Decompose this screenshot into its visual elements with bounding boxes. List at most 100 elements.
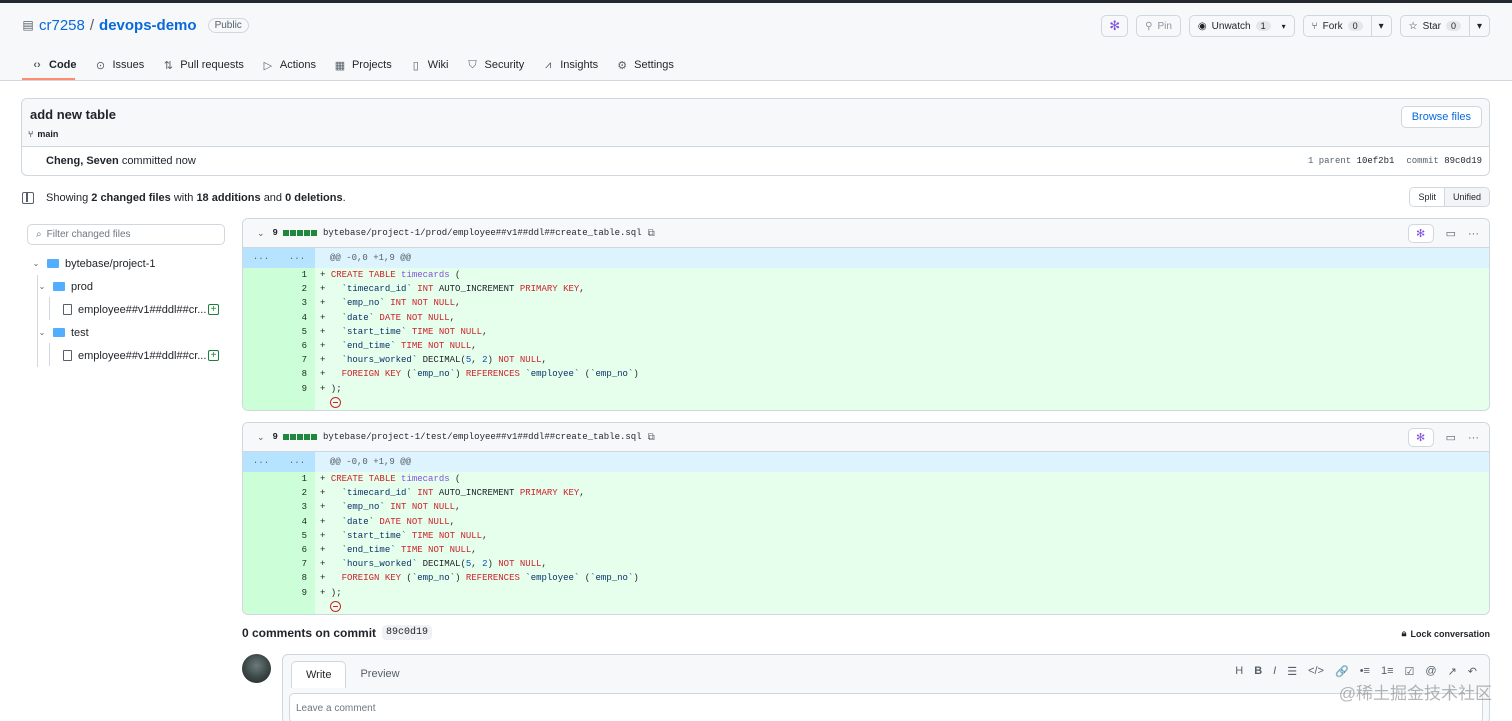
repo-owner-link[interactable]: cr7258 [39, 17, 85, 34]
tree-file-test[interactable]: employee##v1##ddl##cr... + [27, 344, 225, 367]
comment-textarea[interactable]: Leave a comment [289, 693, 1483, 721]
unified-view-button[interactable]: Unified [1443, 188, 1489, 206]
lock-conversation-button[interactable]: 🔒︎ Lock conversation [1402, 628, 1490, 639]
old-line-number[interactable] [243, 542, 279, 558]
old-line-number[interactable] [243, 486, 279, 501]
sidebar-toggle-icon[interactable] [22, 192, 34, 204]
old-line-number[interactable] [243, 557, 279, 572]
copy-icon[interactable]: ⧉ [648, 432, 655, 443]
ordered-list-icon[interactable]: 1≡ [1381, 665, 1394, 678]
new-line-number[interactable]: 2 [279, 282, 315, 297]
new-line-number[interactable]: 6 [279, 542, 315, 558]
old-line-number[interactable] [243, 472, 279, 487]
italic-icon[interactable]: I [1273, 665, 1276, 678]
tab-preview[interactable]: Preview [346, 661, 413, 688]
parent-sha-link[interactable]: 10ef2b1 [1357, 156, 1395, 166]
old-line-number[interactable] [243, 514, 279, 529]
tab-insights[interactable]: ⩘ Insights [533, 54, 607, 76]
star-dropdown-button[interactable]: ▾ [1469, 15, 1490, 37]
unordered-list-icon[interactable]: •≡ [1360, 665, 1370, 678]
old-line-number[interactable] [243, 338, 279, 354]
kebab-menu-icon[interactable]: ··· [1468, 228, 1479, 240]
new-line-number[interactable]: 8 [279, 367, 315, 382]
fork-dropdown-button[interactable]: ▾ [1371, 15, 1392, 37]
tab-pull-requests[interactable]: ⇅ Pull requests [153, 54, 253, 76]
expand-up-button[interactable]: ... [243, 248, 279, 268]
new-line-number[interactable]: 4 [279, 310, 315, 325]
commit-branch[interactable]: ⑂ main [28, 129, 58, 139]
split-view-button[interactable]: Split [1410, 188, 1444, 206]
old-line-number[interactable] [243, 500, 279, 515]
diff-file-path[interactable]: bytebase/project-1/prod/employee##v1##dd… [323, 228, 642, 238]
new-line-number[interactable]: 6 [279, 338, 315, 354]
copilot-sparkle-icon[interactable]: ✻ [1407, 428, 1434, 447]
task-list-icon[interactable]: ☑ [1405, 665, 1415, 678]
copilot-sparkle-icon[interactable]: ✻ [1407, 224, 1434, 243]
old-line-number[interactable] [243, 310, 279, 325]
tab-write[interactable]: Write [291, 661, 347, 688]
browse-files-button[interactable]: Browse files [1400, 106, 1482, 128]
avatar[interactable] [242, 654, 271, 683]
old-line-number[interactable] [243, 268, 279, 283]
old-line-number[interactable] [243, 353, 279, 368]
new-line-number[interactable]: 3 [279, 296, 315, 311]
fork-button[interactable]: ⑂ Fork 0 [1302, 15, 1372, 37]
expand-down-button[interactable]: ... [279, 452, 315, 472]
new-line-number[interactable]: 5 [279, 324, 315, 339]
tree-folder-prod[interactable]: ⌄ prod [27, 275, 225, 298]
heading-icon[interactable]: H [1235, 665, 1243, 678]
old-line-number[interactable] [243, 282, 279, 297]
pin-button[interactable]: ⚲ Pin [1136, 15, 1181, 37]
tab-issues[interactable]: ⊙ Issues [86, 54, 154, 76]
old-line-number[interactable] [243, 367, 279, 382]
chevron-down-icon[interactable]: ⌄ [257, 228, 265, 239]
reply-icon[interactable]: ↶ [1468, 665, 1477, 678]
new-line-number[interactable]: 9 [279, 585, 315, 600]
old-line-number[interactable] [243, 585, 279, 600]
chevron-down-icon[interactable]: ⌄ [257, 432, 265, 443]
tab-settings[interactable]: ⚙ Settings [607, 54, 683, 76]
tab-projects[interactable]: ▦ Projects [325, 54, 401, 76]
new-line-number[interactable]: 8 [279, 571, 315, 586]
tree-folder-root[interactable]: ⌄ bytebase/project-1 [27, 252, 225, 275]
old-line-number[interactable] [243, 381, 279, 396]
unwatch-button[interactable]: ◉ Unwatch 1 ▾ [1188, 15, 1295, 37]
kebab-menu-icon[interactable]: ··· [1468, 432, 1479, 444]
new-line-number[interactable]: 7 [279, 557, 315, 572]
comment-icon[interactable]: ▭ [1446, 431, 1456, 444]
new-line-number[interactable]: 5 [279, 528, 315, 543]
comment-icon[interactable]: ▭ [1446, 227, 1456, 240]
old-line-number[interactable] [243, 324, 279, 339]
tree-folder-test[interactable]: ⌄ test [27, 321, 225, 344]
new-line-number[interactable]: 2 [279, 486, 315, 501]
cross-reference-icon[interactable]: ↗ [1448, 665, 1457, 678]
mention-icon[interactable]: @ [1425, 665, 1436, 678]
tab-security[interactable]: ⛉ Security [458, 54, 534, 76]
old-line-number[interactable] [243, 571, 279, 586]
tab-actions[interactable]: ▷ Actions [253, 54, 325, 76]
diff-file-path[interactable]: bytebase/project-1/test/employee##v1##dd… [323, 432, 642, 442]
new-line-number[interactable]: 9 [279, 381, 315, 396]
new-line-number[interactable]: 3 [279, 500, 315, 515]
bold-icon[interactable]: B [1254, 665, 1262, 678]
repo-name-link[interactable]: devops-demo [99, 17, 197, 34]
copilot-button[interactable]: ✻ [1101, 15, 1129, 37]
tree-file-prod[interactable]: employee##v1##ddl##cr... + [27, 298, 225, 321]
old-line-number[interactable] [243, 528, 279, 543]
old-line-number[interactable] [243, 296, 279, 311]
tab-code[interactable]: ‹› Code [22, 54, 86, 76]
new-line-number[interactable]: 1 [279, 472, 315, 487]
tab-wiki[interactable]: ▯ Wiki [401, 54, 458, 76]
new-line-number[interactable]: 1 [279, 268, 315, 283]
quote-icon[interactable]: ☰ [1287, 665, 1297, 678]
new-line-number[interactable]: 4 [279, 514, 315, 529]
commit-author[interactable]: Cheng, Seven [46, 155, 119, 167]
file-filter-input[interactable]: ⌕ Filter changed files [27, 224, 225, 245]
expand-up-button[interactable]: ... [243, 452, 279, 472]
star-button[interactable]: ☆ Star 0 [1399, 15, 1470, 37]
expand-down-button[interactable]: ... [279, 248, 315, 268]
link-icon[interactable]: 🔗 [1335, 665, 1349, 678]
code-icon[interactable]: </> [1308, 665, 1324, 678]
new-line-number[interactable]: 7 [279, 353, 315, 368]
copy-icon[interactable]: ⧉ [648, 228, 655, 239]
